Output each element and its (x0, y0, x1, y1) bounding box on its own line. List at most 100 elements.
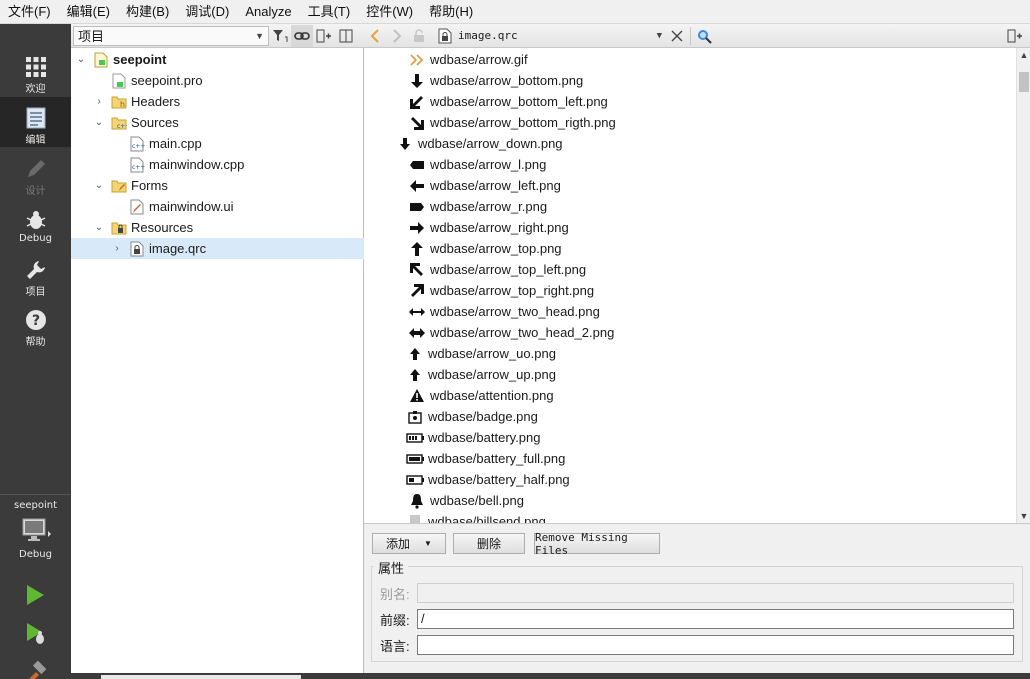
resource-list-item[interactable]: wdbase/arrow_two_head_2.png (408, 322, 614, 343)
close-document-button[interactable] (666, 25, 688, 47)
resource-list-item[interactable]: wdbase/battery.png (406, 427, 541, 448)
resource-list-item[interactable]: wdbase/arrow_top.png (408, 238, 562, 259)
kit-selector[interactable]: Debug (0, 516, 71, 566)
menu-help[interactable]: 帮助(H) (421, 0, 481, 24)
alias-field[interactable] (417, 583, 1014, 603)
tree-item-sources[interactable]: ⌄ c++ Sources (71, 112, 364, 133)
bookmark-button[interactable] (693, 25, 715, 47)
chevron-down-icon[interactable]: ⌄ (93, 175, 105, 196)
nav-back-button[interactable] (364, 25, 386, 47)
language-field[interactable] (417, 635, 1014, 655)
resource-list-item[interactable]: wdbase/badge.png (406, 406, 538, 427)
menu-analyze[interactable]: Analyze (237, 0, 299, 24)
resource-path: wdbase/arrow_bottom_left.png (430, 94, 608, 109)
tree-item-seepoint-pro[interactable]: seepoint.pro (71, 70, 364, 91)
resource-list-item[interactable]: wdbase/arrow_bottom.png (408, 70, 583, 91)
build-button[interactable] (22, 660, 48, 679)
prefix-field[interactable]: / (417, 609, 1014, 629)
resource-path: wdbase/billsend.png (428, 514, 546, 523)
resource-list-item[interactable]: wdbase/arrow_bottom_left.png (408, 91, 608, 112)
arrow-down-right-icon (408, 115, 426, 131)
run-button[interactable] (22, 582, 48, 608)
menu-widgets[interactable]: 控件(W) (358, 0, 421, 24)
remove-button[interactable]: 删除 (453, 533, 525, 554)
debug-run-button[interactable] (22, 620, 48, 646)
chevron-down-icon[interactable]: ⌄ (93, 217, 105, 238)
mode-help[interactable]: ? 帮助 (0, 299, 71, 349)
tree-item-label: main.cpp (149, 136, 202, 151)
kit-project-name: seepoint (13, 500, 58, 511)
resource-list-item[interactable]: wdbase/arrow_top_left.png (408, 259, 586, 280)
menu-build[interactable]: 构建(B) (118, 0, 177, 24)
svg-text:c++: c++ (132, 143, 145, 150)
resource-list-item[interactable]: wdbase/arrow_top_right.png (408, 280, 594, 301)
lock-button[interactable] (408, 25, 430, 47)
resource-list-item[interactable]: wdbase/bell.png (408, 490, 524, 511)
resource-list-item[interactable]: wdbase/arrow_uo.png (406, 343, 556, 364)
chevron-right-icon[interactable]: › (93, 91, 105, 112)
resource-list-item[interactable]: wdbase/arrow_left.png (408, 175, 561, 196)
menu-tools[interactable]: 工具(T) (300, 0, 359, 24)
split-editor-button[interactable] (1004, 25, 1026, 47)
scrollbar-thumb[interactable] (1019, 72, 1029, 92)
resource-list-item[interactable]: wdbase/billsend.png (406, 511, 546, 523)
tree-item-label: Sources (131, 115, 179, 130)
chevron-down-icon[interactable]: ⌄ (93, 112, 105, 133)
tree-item-headers[interactable]: › h Headers (71, 91, 364, 112)
tree-item-main-cpp[interactable]: c++ main.cpp (71, 133, 364, 154)
tree-item-mainwindow-ui[interactable]: mainwindow.ui (71, 196, 364, 217)
remove-missing-files-button[interactable]: Remove Missing Files (534, 531, 660, 557)
chevron-down-icon[interactable]: ⌄ (75, 49, 87, 70)
view-selector-combo[interactable]: 项目 ▼ (73, 25, 269, 46)
tree-item-seepoint[interactable]: ⌄ seepoint (71, 49, 364, 70)
resource-list-item[interactable]: wdbase/arrow_up.png (406, 364, 556, 385)
resource-list-item[interactable]: wdbase/arrow_down.png (396, 133, 563, 154)
resource-path: wdbase/arrow_l.png (430, 157, 547, 172)
mode-design[interactable]: 设计 (0, 148, 71, 198)
tree-item-forms[interactable]: ⌄ Forms (71, 175, 364, 196)
mode-projects[interactable]: 项目 (0, 249, 71, 299)
document-selector-combo[interactable]: image.qrc ▼ (434, 26, 666, 46)
edit-document-icon (24, 106, 48, 130)
two-head-arrow-bold-icon (408, 325, 426, 341)
sync-link-button[interactable] (291, 24, 313, 47)
tree-item-mainwindow-cpp[interactable]: c++ mainwindow.cpp (71, 154, 364, 175)
mode-welcome[interactable]: 欢迎 (0, 46, 71, 96)
mode-edit[interactable]: 编辑 (0, 97, 71, 147)
mode-debug[interactable]: Debug (0, 199, 71, 249)
resource-list-item[interactable]: wdbase/arrow_right.png (408, 217, 569, 238)
nav-forward-button[interactable] (386, 25, 408, 47)
menu-edit[interactable]: 编辑(E) (59, 0, 118, 24)
add-button[interactable]: 添加 ▼ (372, 533, 446, 554)
resource-list-item[interactable]: wdbase/attention.png (408, 385, 554, 406)
divider (690, 26, 691, 45)
resource-list-item[interactable]: wdbase/arrow_two_head.png (408, 301, 600, 322)
resource-path: wdbase/bell.png (430, 493, 524, 508)
bug-icon (24, 208, 48, 232)
chevron-down-icon: ▼ (424, 539, 432, 548)
resource-list-item[interactable]: wdbase/arrow_l.png (408, 154, 546, 175)
locator-field[interactable] (101, 675, 301, 679)
chevron-right-icon[interactable]: › (111, 238, 123, 259)
split-button[interactable] (313, 25, 335, 47)
arrow-up-left-icon (408, 262, 426, 278)
resource-list-item[interactable]: wdbase/arrow_r.png (408, 196, 547, 217)
resource-list-item[interactable]: wdbase/arrow.gif (408, 49, 528, 70)
filter-button[interactable] (269, 25, 291, 47)
resource-path: wdbase/arrow_bottom_rigth.png (430, 115, 616, 130)
resource-list-item[interactable]: wdbase/arrow_bottom_rigth.png (408, 112, 616, 133)
project-pane-toolbar: 项目 ▼ (71, 24, 364, 48)
menu-debug[interactable]: 调试(D) (177, 0, 237, 24)
resource-list-item[interactable]: wdbase/battery_half.png (406, 469, 570, 490)
resource-path: wdbase/battery_half.png (428, 472, 570, 487)
scroll-down-icon[interactable]: ▼ (1017, 509, 1030, 523)
tree-item-image-qrc[interactable]: › image.qrc (71, 238, 364, 259)
tree-item-resources[interactable]: ⌄ Resources (71, 217, 364, 238)
mode-label: 编辑 (25, 135, 46, 146)
menu-file[interactable]: 文件(F) (0, 0, 59, 24)
close-pane-button[interactable] (335, 25, 357, 47)
resource-list-item[interactable]: wdbase/battery_full.png (406, 448, 565, 469)
scroll-up-icon[interactable]: ▲ (1017, 48, 1030, 62)
tree-item-label: Resources (131, 220, 194, 235)
vertical-scrollbar[interactable]: ▲ ▼ (1016, 48, 1030, 523)
